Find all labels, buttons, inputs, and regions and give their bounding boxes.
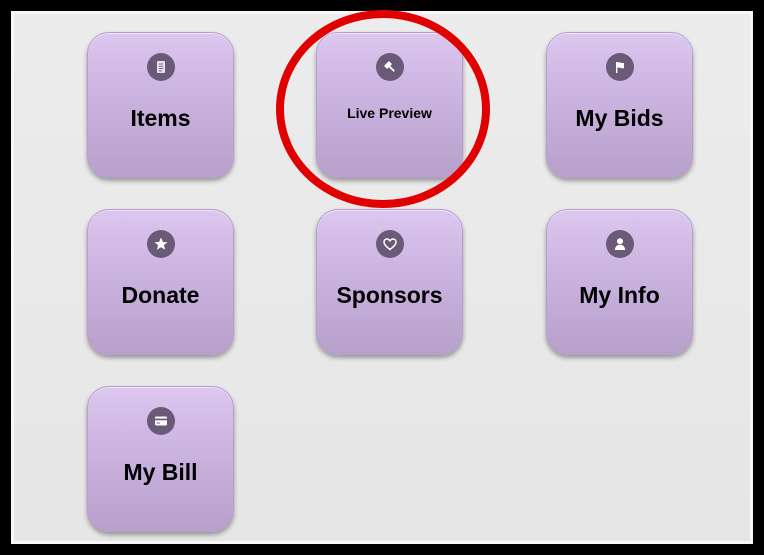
user-icon <box>605 230 634 258</box>
my-bill-label: My Bill <box>123 459 198 485</box>
sponsors-tile[interactable]: Sponsors <box>316 209 463 355</box>
heart-icon <box>375 230 404 258</box>
items-tile[interactable]: Items <box>87 32 234 178</box>
my-bids-label: My Bids <box>575 105 664 131</box>
credit-card-icon <box>146 407 175 435</box>
live-preview-label: Live Preview <box>347 105 432 121</box>
my-info-tile[interactable]: My Info <box>546 209 693 355</box>
donate-tile[interactable]: Donate <box>87 209 234 355</box>
donate-label: Donate <box>121 282 200 308</box>
my-bids-tile[interactable]: My Bids <box>546 32 693 178</box>
my-info-label: My Info <box>579 282 660 308</box>
items-label: Items <box>130 105 191 131</box>
star-icon <box>146 230 175 258</box>
app-frame: Items Live Preview My Bids Donate Sponso… <box>0 0 764 555</box>
flag-icon <box>605 53 634 81</box>
gavel-icon <box>375 53 404 81</box>
live-preview-tile[interactable]: Live Preview <box>316 32 463 178</box>
document-icon <box>146 53 175 81</box>
sponsors-label: Sponsors <box>336 282 443 308</box>
my-bill-tile[interactable]: My Bill <box>87 386 234 532</box>
